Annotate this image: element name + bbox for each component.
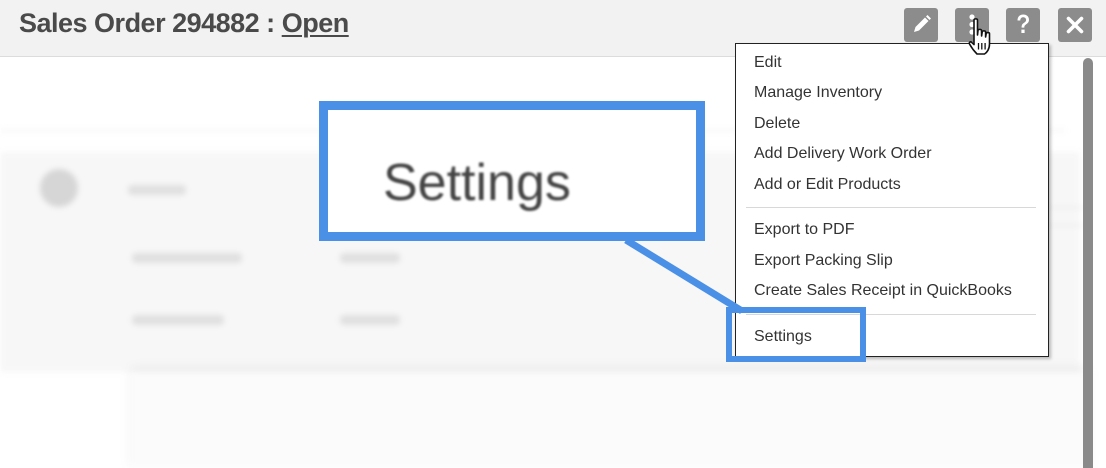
menu-item-edit[interactable]: Edit xyxy=(754,53,782,73)
placeholder-text xyxy=(132,253,242,263)
placeholder-text xyxy=(128,185,186,195)
settings-zoom-callout: Settings xyxy=(319,101,705,241)
menu-separator xyxy=(746,207,1036,208)
menu-item-manage-inventory[interactable]: Manage Inventory xyxy=(754,83,882,103)
hand-cursor-icon xyxy=(968,18,991,55)
menu-item-export-pdf[interactable]: Export to PDF xyxy=(754,220,854,240)
menu-item-create-sales-receipt[interactable]: Create Sales Receipt in QuickBooks xyxy=(754,281,1012,301)
placeholder-text xyxy=(340,315,400,325)
divider xyxy=(1045,207,1085,208)
page-title: Sales Order 294882 : Open xyxy=(19,8,349,39)
order-status-link[interactable]: Open xyxy=(282,8,350,38)
placeholder-text xyxy=(132,315,224,325)
menu-item-add-delivery-work-order[interactable]: Add Delivery Work Order xyxy=(754,144,932,164)
order-title: Sales Order 294882 : xyxy=(19,8,275,38)
menu-item-delete[interactable]: Delete xyxy=(754,114,800,134)
zoom-callout-text: Settings xyxy=(383,154,571,212)
close-button[interactable] xyxy=(1058,8,1092,42)
lower-panel xyxy=(130,372,1090,468)
scrollbar[interactable] xyxy=(1083,58,1093,468)
pencil-icon xyxy=(914,15,931,32)
avatar xyxy=(40,169,78,207)
settings-highlight-box xyxy=(726,307,866,362)
edit-button[interactable] xyxy=(904,8,938,42)
close-icon xyxy=(1066,16,1084,34)
help-button[interactable] xyxy=(1006,8,1040,42)
placeholder-text xyxy=(340,253,400,263)
divider xyxy=(1045,225,1085,226)
menu-item-add-edit-products[interactable]: Add or Edit Products xyxy=(754,175,901,195)
menu-item-export-packing-slip[interactable]: Export Packing Slip xyxy=(754,251,893,271)
question-icon xyxy=(1017,14,1029,33)
